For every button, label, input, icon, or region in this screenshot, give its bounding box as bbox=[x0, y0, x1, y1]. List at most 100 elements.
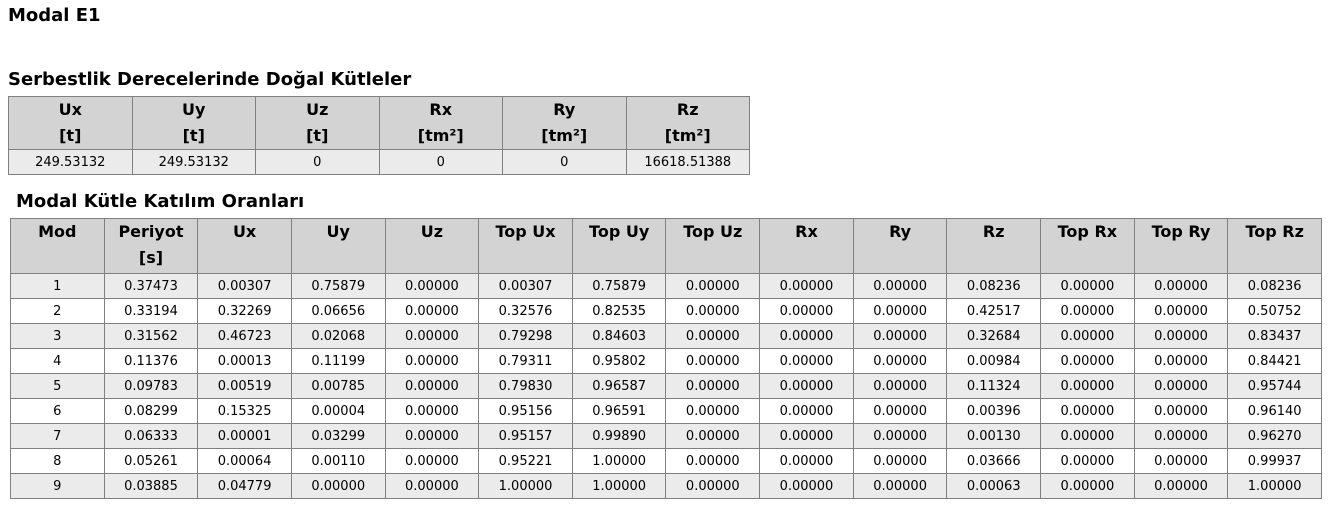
table-cell: 0.09783 bbox=[103, 373, 199, 399]
modal-header-11: Top Rx bbox=[1040, 218, 1135, 274]
table-cell: 0.00000 bbox=[1040, 273, 1135, 299]
modal-header-5: Top Ux bbox=[478, 218, 573, 274]
table-cell: 0.99890 bbox=[571, 423, 667, 449]
table-cell: 0.00000 bbox=[1133, 423, 1229, 449]
header-name: Rz bbox=[982, 222, 1005, 241]
table-cell: 0.00000 bbox=[1040, 473, 1135, 499]
table-cell: 0.75879 bbox=[571, 273, 667, 299]
table-cell: 0.00984 bbox=[946, 348, 1042, 374]
table-cell: 0.00000 bbox=[852, 298, 948, 324]
table-cell: 9 bbox=[10, 473, 105, 499]
modal-header-0: Mod bbox=[10, 218, 105, 274]
table-cell: 0.00000 bbox=[1133, 448, 1229, 474]
mass-cell: 0 bbox=[502, 149, 627, 175]
header-unit: [t] bbox=[306, 126, 329, 145]
modal-header-9: Ry bbox=[852, 218, 948, 274]
table-cell: 0.84603 bbox=[571, 323, 667, 349]
table-cell: 0.79311 bbox=[478, 348, 573, 374]
mass-table: Ux [t] Uy [t] Uz [t] Rx [tm²] Ry [tm²] Rz [tm²] 249… bbox=[8, 96, 750, 175]
table-cell: 0.00000 bbox=[852, 473, 948, 499]
table-cell: 0.00000 bbox=[1040, 373, 1135, 399]
table-cell: 0.08236 bbox=[946, 273, 1042, 299]
table-cell: 0.00000 bbox=[665, 323, 761, 349]
table-cell: 0.00000 bbox=[759, 398, 854, 424]
table-cell: 0.00001 bbox=[197, 423, 292, 449]
table-cell: 1.00000 bbox=[478, 473, 573, 499]
table-cell: 0.00004 bbox=[290, 398, 386, 424]
table-cell: 0.46723 bbox=[197, 323, 292, 349]
table-cell: 0.95744 bbox=[1227, 373, 1322, 399]
table-cell: 0.33194 bbox=[103, 298, 199, 324]
table-cell: 0.82535 bbox=[571, 298, 667, 324]
table-cell: 0.00000 bbox=[665, 448, 761, 474]
modal-header-13: Top Rz bbox=[1227, 218, 1322, 274]
table-row: 6 0.08299 0.15325 0.00004 0.00000 0.95156 0.96… bbox=[10, 398, 1322, 424]
table-row: 5 0.09783 0.00519 0.00785 0.00000 0.79830 0.96… bbox=[10, 373, 1322, 399]
table-cell: 4 bbox=[10, 348, 105, 374]
modal-header-6: Top Uy bbox=[571, 218, 667, 274]
header-name: Periyot bbox=[118, 222, 184, 241]
table-cell: 0.00307 bbox=[478, 273, 573, 299]
table-cell: 0.00064 bbox=[197, 448, 292, 474]
table-cell: 0.00785 bbox=[290, 373, 386, 399]
table-cell: 0.00000 bbox=[759, 373, 854, 399]
table-cell: 0.00000 bbox=[384, 348, 480, 374]
mass-cell: 249.53132 bbox=[8, 149, 133, 175]
header-name: Uy bbox=[326, 222, 350, 241]
table-cell: 0.08299 bbox=[103, 398, 199, 424]
table-cell: 0.02068 bbox=[290, 323, 386, 349]
table-cell: 0.95157 bbox=[478, 423, 573, 449]
table-cell: 1.00000 bbox=[571, 448, 667, 474]
table-cell: 0.96140 bbox=[1227, 398, 1322, 424]
table-cell: 0.00000 bbox=[384, 298, 480, 324]
table-cell: 0.79830 bbox=[478, 373, 573, 399]
table-cell: 0.00000 bbox=[384, 273, 480, 299]
table-cell: 0.15325 bbox=[197, 398, 292, 424]
table-cell: 0.31562 bbox=[103, 323, 199, 349]
table-cell: 1 bbox=[10, 273, 105, 299]
table-cell: 0.99937 bbox=[1227, 448, 1322, 474]
mass-data-row: 249.53132 249.53132 0 0 0 16618.51388 bbox=[8, 149, 750, 175]
header-name: Ux bbox=[232, 222, 257, 241]
header-name: Top Rz bbox=[1245, 222, 1304, 241]
modal-participation-table: Mod Periyot [s] Ux Uy Uz Top Ux Top Uy Top Uz Rx R… bbox=[10, 218, 1322, 499]
table-cell: 0.96591 bbox=[571, 398, 667, 424]
table-cell: 0.50752 bbox=[1227, 298, 1322, 324]
mass-cell: 0 bbox=[378, 149, 503, 175]
table-cell: 0.00000 bbox=[384, 473, 480, 499]
table-row: 2 0.33194 0.32269 0.06656 0.00000 0.32576 0.82… bbox=[10, 298, 1322, 324]
table-cell: 0.96587 bbox=[571, 373, 667, 399]
table-cell: 0.32269 bbox=[197, 298, 292, 324]
page-title: Modal E1 bbox=[8, 5, 101, 26]
table-cell: 0.00307 bbox=[197, 273, 292, 299]
table-cell: 0.00000 bbox=[665, 273, 761, 299]
table-cell: 0.11199 bbox=[290, 348, 386, 374]
table-cell: 0.00000 bbox=[759, 423, 854, 449]
header-unit: [t] bbox=[59, 126, 82, 145]
table-cell: 0.00000 bbox=[665, 373, 761, 399]
mass-header-4: Ry [tm²] bbox=[502, 96, 627, 150]
table-cell: 0.00110 bbox=[290, 448, 386, 474]
mass-section-title: Serbestlik Derecelerinde Doğal Kütleler bbox=[8, 69, 412, 90]
table-cell: 0.75879 bbox=[290, 273, 386, 299]
modal-header-10: Rz bbox=[946, 218, 1042, 274]
table-cell: 0.00000 bbox=[384, 373, 480, 399]
table-cell: 0.00000 bbox=[384, 448, 480, 474]
table-cell: 1.00000 bbox=[1227, 473, 1322, 499]
header-name: Top Uz bbox=[683, 222, 743, 241]
modal-header-4: Uz bbox=[384, 218, 480, 274]
header-name: Rz bbox=[676, 100, 699, 119]
table-cell: 0.79298 bbox=[478, 323, 573, 349]
table-cell: 0.00000 bbox=[1040, 448, 1135, 474]
header-name: Top Ry bbox=[1151, 222, 1211, 241]
header-name: Ux bbox=[58, 100, 82, 119]
mass-header-2: Uz [t] bbox=[255, 96, 380, 150]
table-cell: 0.00000 bbox=[665, 473, 761, 499]
header-name: Top Rx bbox=[1057, 222, 1118, 241]
table-cell: 0.00000 bbox=[759, 473, 854, 499]
mass-header-3: Rx [tm²] bbox=[378, 96, 503, 150]
header-unit: [tm²] bbox=[541, 126, 588, 145]
table-cell: 0.00000 bbox=[665, 298, 761, 324]
table-cell: 0.32576 bbox=[478, 298, 573, 324]
table-cell: 0.00000 bbox=[665, 348, 761, 374]
